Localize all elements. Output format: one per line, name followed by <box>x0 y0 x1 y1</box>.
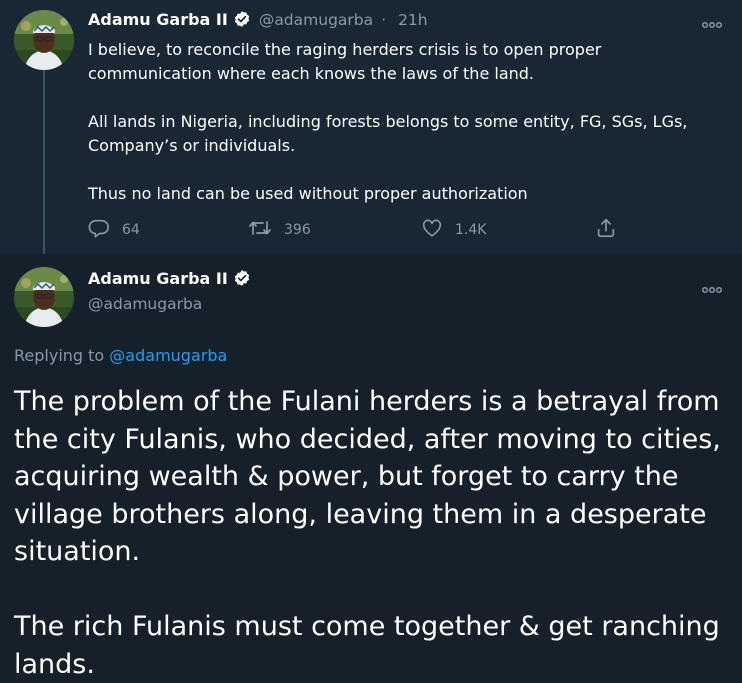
tweet-actions: 64 396 1.4K <box>88 216 628 244</box>
avatar-image <box>14 267 74 327</box>
author-handle[interactable]: @adamugarba <box>88 295 251 313</box>
verified-badge-icon <box>233 10 251 32</box>
retweet-count: 396 <box>284 222 311 238</box>
author-name[interactable]: Adamu Garba II <box>88 269 228 288</box>
author-name[interactable]: Adamu Garba II <box>88 10 228 29</box>
reply-icon <box>88 217 110 243</box>
retweet-icon <box>248 217 272 243</box>
tweet-text: The problem of the Fulani herders is a b… <box>14 383 734 683</box>
tweet-header: Adamu Garba II @adamugarba <box>88 269 251 313</box>
author-handle[interactable]: @adamugarba <box>259 11 373 29</box>
tweet-paragraph: All lands in Nigeria, including forests … <box>88 112 688 155</box>
tweet-paragraph: The problem of the Fulani herders is a b… <box>14 386 721 567</box>
avatar[interactable] <box>14 267 74 327</box>
tweet-paragraph: The rich Fulanis must come together & ge… <box>14 611 720 680</box>
avatar[interactable] <box>14 10 74 70</box>
more-options-icon[interactable] <box>700 279 724 294</box>
verified-badge-icon <box>233 269 251 291</box>
reply-button[interactable]: 64 <box>88 216 140 244</box>
retweet-button[interactable]: 396 <box>248 216 311 244</box>
tweet-header: Adamu Garba II @adamugarba · 21h <box>88 10 428 32</box>
replying-to-line: Replying to @adamugarba <box>14 346 227 365</box>
like-count: 1.4K <box>455 222 487 238</box>
like-button[interactable]: 1.4K <box>421 216 486 244</box>
avatar-image <box>14 10 74 70</box>
more-options-icon[interactable] <box>700 14 724 29</box>
share-icon <box>595 217 617 243</box>
reply-count: 64 <box>122 222 140 238</box>
thread-connector-line <box>43 70 45 254</box>
replying-to-label: Replying to <box>14 346 110 365</box>
separator-dot: · <box>381 11 387 29</box>
tweet-time[interactable]: 21h <box>398 11 428 29</box>
share-button[interactable] <box>595 216 617 244</box>
tweet-paragraph: I believe, to reconcile the raging herde… <box>88 40 602 83</box>
like-icon <box>421 217 443 243</box>
thread-parent-tweet[interactable]: Adamu Garba II @adamugarba · 21h I believe,… <box>0 0 742 254</box>
tweet-text: I believe, to reconcile the raging herde… <box>88 38 728 206</box>
tweet-paragraph: Thus no land can be used without proper … <box>88 184 528 203</box>
replying-to-link[interactable]: @adamugarba <box>109 346 227 365</box>
